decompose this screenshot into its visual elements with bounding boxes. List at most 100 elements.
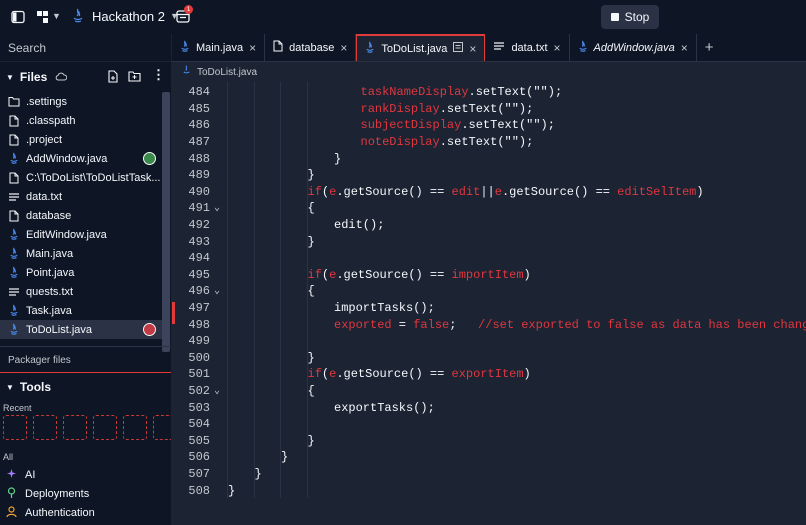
tab-label: AddWindow.java xyxy=(593,41,675,54)
breadcrumb-file[interactable]: ToDoList.java xyxy=(197,67,257,78)
code-token: ) xyxy=(696,184,704,199)
file-name: .project xyxy=(26,133,63,146)
recent-tool-slot[interactable] xyxy=(33,415,57,440)
file-name: data.txt xyxy=(26,190,63,203)
file-tree-item[interactable]: quests.txt xyxy=(0,282,162,301)
calendar-icon[interactable]: 1 xyxy=(176,5,193,26)
tool-label: Authentication xyxy=(25,507,95,519)
file-icon xyxy=(273,40,283,55)
close-icon[interactable]: × xyxy=(469,42,476,56)
code-token: exported xyxy=(334,317,392,332)
project-selector[interactable]: Hackathon 2 ▼ xyxy=(70,8,179,24)
section-divider xyxy=(0,372,171,373)
editor-tab[interactable]: ToDoList.java × xyxy=(356,34,486,61)
editor-tab[interactable]: data.txt × xyxy=(485,34,570,61)
tools-title: Tools xyxy=(19,380,52,394)
file-name: AddWindow.java xyxy=(26,152,108,165)
workspace-switcher-icon[interactable] xyxy=(36,9,52,25)
sidebar-scrollbar[interactable] xyxy=(162,92,170,352)
files-section-header[interactable]: ▼ Files ⋮ xyxy=(0,62,171,92)
stop-button[interactable]: Stop xyxy=(601,5,659,29)
code-line: 486 subjectDisplay.setText(""); xyxy=(172,117,806,134)
code-line: 485 rankDisplay.setText(""); xyxy=(172,101,806,118)
packager-files-section[interactable]: Packager files xyxy=(0,346,171,374)
tool-ai[interactable]: AI xyxy=(6,466,35,484)
code-token: } xyxy=(228,483,236,498)
search-label: Search xyxy=(8,40,47,55)
code-line: 508} xyxy=(172,482,806,499)
code-token: //set exported to false as data has been… xyxy=(478,317,806,332)
line-number: 497 xyxy=(188,301,210,316)
code-line: 501 if(e.getSource() == exportItem) xyxy=(172,366,806,383)
file-tree-item[interactable]: .classpath xyxy=(0,111,162,130)
tab-label: database xyxy=(289,41,335,54)
code-line: 507} xyxy=(172,466,806,483)
file-tree-item[interactable]: AddWindow.java xyxy=(0,149,162,168)
line-number: 508 xyxy=(188,483,210,498)
file-tree-item[interactable]: data.txt xyxy=(0,187,162,206)
java-icon xyxy=(70,8,86,24)
code-token: } xyxy=(307,168,315,183)
recent-tool-slot[interactable] xyxy=(3,415,27,440)
code-token: exportItem xyxy=(451,367,524,382)
file-icon xyxy=(8,209,20,223)
file-name: Task.java xyxy=(26,304,72,317)
file-name: .classpath xyxy=(26,114,76,127)
file-tree-item[interactable]: .settings xyxy=(0,92,162,111)
close-icon[interactable]: × xyxy=(340,41,347,55)
code-token: edit xyxy=(451,184,481,199)
code-text: } xyxy=(228,152,341,166)
editor-tab[interactable]: database × xyxy=(265,34,357,61)
close-icon[interactable]: × xyxy=(249,41,256,55)
code-token: false xyxy=(413,317,450,332)
line-number: 507 xyxy=(188,467,210,482)
tool-deployments[interactable]: Deployments xyxy=(6,485,89,503)
code-token: .setText(""); xyxy=(468,85,563,100)
fold-chevron-icon[interactable]: ⌄ xyxy=(210,202,224,214)
recent-tool-slot[interactable] xyxy=(63,415,87,440)
search-input[interactable]: Search xyxy=(0,34,171,62)
close-icon[interactable]: × xyxy=(681,41,688,55)
code-text: if(e.getSource() == edit||e.getSource() … xyxy=(228,185,704,199)
file-tree-item[interactable]: EditWindow.java xyxy=(0,225,162,244)
code-token: editSelItem xyxy=(617,184,697,199)
code-text: rankDisplay.setText(""); xyxy=(228,102,534,116)
recent-tool-slot[interactable] xyxy=(123,415,147,440)
editor-tab[interactable]: AddWindow.java × xyxy=(570,34,697,61)
line-number: 486 xyxy=(188,118,210,133)
new-tab-icon[interactable]: + xyxy=(697,34,722,61)
split-view-icon[interactable] xyxy=(453,42,464,55)
file-tree-item[interactable]: C:\ToDoList\ToDoListTask... xyxy=(0,168,162,187)
fold-chevron-icon[interactable]: ⌄ xyxy=(210,285,224,297)
file-tree-item[interactable]: ToDoList.java xyxy=(0,320,162,339)
file-tree-item[interactable]: Main.java xyxy=(0,244,162,263)
tools-section-header[interactable]: ▼ Tools xyxy=(0,376,171,398)
file-tree-item[interactable]: .project xyxy=(0,130,162,149)
line-number: 491 xyxy=(188,201,210,216)
editor-tab[interactable]: Main.java × xyxy=(172,34,266,61)
code-text: noteDisplay.setText(""); xyxy=(228,135,534,150)
code-line: 497 importTasks(); xyxy=(172,300,806,317)
recent-tool-slot[interactable] xyxy=(153,415,171,440)
code-token: importTasks(); xyxy=(334,301,435,316)
tool-authentication[interactable]: Authentication xyxy=(6,504,95,522)
code-line: 506} xyxy=(172,449,806,466)
code-editor[interactable]: 484 taskNameDisplay.setText(""); 485 rankDi… xyxy=(172,82,806,525)
line-number: 492 xyxy=(188,218,210,233)
sidebar-toggle-icon[interactable] xyxy=(10,9,26,25)
new-file-icon[interactable] xyxy=(107,70,119,86)
new-folder-icon[interactable] xyxy=(128,70,141,85)
recent-tool-slot[interactable] xyxy=(93,415,117,440)
code-text: if(e.getSource() == exportItem) xyxy=(228,367,531,381)
file-tree-item[interactable]: database xyxy=(0,206,162,225)
chevron-down-icon[interactable]: ▼ xyxy=(52,11,61,21)
tool-label: AI xyxy=(25,469,36,481)
fold-chevron-icon[interactable]: ⌄ xyxy=(210,385,224,397)
file-tree-item[interactable]: Point.java xyxy=(0,263,162,282)
line-number: 490 xyxy=(188,184,210,199)
code-token: .setText(""); xyxy=(439,135,534,150)
project-name: Hackathon 2 xyxy=(92,8,165,24)
more-options-icon[interactable]: ⋮ xyxy=(152,68,165,81)
file-tree-item[interactable]: Task.java xyxy=(0,301,162,320)
close-icon[interactable]: × xyxy=(554,41,561,55)
